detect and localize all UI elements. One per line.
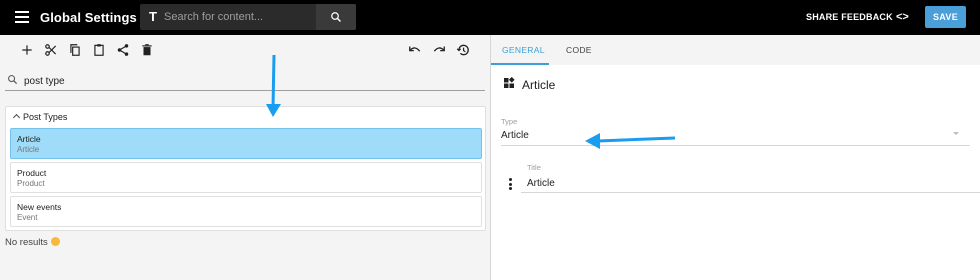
delete-icon[interactable] <box>140 43 154 57</box>
tree-item-new-events[interactable]: New events Event <box>10 196 482 227</box>
tab-bar: GENERAL CODE <box>491 35 980 65</box>
tree-item-title: New events <box>17 202 62 212</box>
share-icon[interactable] <box>116 43 130 57</box>
tree-item-article[interactable]: Article Article <box>10 128 482 159</box>
title-input[interactable]: Article <box>527 178 555 189</box>
search-icon <box>331 12 341 22</box>
type-field-label: Type <box>501 117 518 126</box>
tree-item-product[interactable]: Product Product <box>10 162 482 193</box>
search-input[interactable] <box>164 8 314 26</box>
chevron-down-icon[interactable] <box>953 132 959 135</box>
tree-item-subtitle: Product <box>17 179 45 188</box>
field-underline <box>501 145 970 146</box>
save-button[interactable]: SAVE <box>925 6 966 28</box>
title-field-label: Title <box>527 163 541 172</box>
search-button[interactable] <box>316 4 356 30</box>
copy-icon[interactable] <box>68 43 82 57</box>
editor-panel: GENERAL CODE Article Type Article Title … <box>490 35 980 280</box>
filter-input[interactable] <box>24 73 324 89</box>
page-title: Global Settings <box>40 10 137 25</box>
chevron-up-icon <box>12 113 21 122</box>
search-icon <box>8 75 18 85</box>
search-bar: T <box>140 4 356 30</box>
active-tab-indicator <box>491 63 549 65</box>
tree-item-subtitle: Article <box>17 145 40 154</box>
tab-general[interactable]: GENERAL <box>502 45 545 55</box>
undo-icon[interactable] <box>408 43 422 57</box>
content-tree-panel: Post Types Article Article Product Produ… <box>0 35 490 280</box>
widgets-icon <box>504 77 515 88</box>
more-vert-icon[interactable] <box>509 178 513 190</box>
menu-icon[interactable] <box>15 11 29 23</box>
type-select[interactable]: Article <box>501 130 529 141</box>
tree-item-title: Article <box>17 134 41 144</box>
tab-code[interactable]: CODE <box>566 45 592 55</box>
share-feedback-link[interactable]: SHARE FEEDBACK <box>806 12 893 22</box>
app-header: Global Settings T SHARE FEEDBACK <> SAVE <box>0 0 980 35</box>
field-underline <box>521 192 980 193</box>
add-icon[interactable] <box>20 43 34 57</box>
tree-group-label: Post Types <box>23 112 68 122</box>
text-type-icon: T <box>149 9 157 24</box>
tree-group-header[interactable]: Post Types <box>12 112 67 122</box>
sad-face-icon <box>50 237 60 246</box>
content-tree: Post Types Article Article Product Produ… <box>5 106 486 231</box>
no-results-label: No results <box>5 237 48 248</box>
history-icon[interactable] <box>456 43 470 57</box>
tree-item-title: Product <box>17 168 47 178</box>
cut-icon[interactable] <box>44 43 58 57</box>
paste-icon[interactable] <box>92 43 106 57</box>
no-results-message: No results <box>5 236 60 248</box>
tree-filter <box>5 71 485 91</box>
item-heading: Article <box>522 78 556 92</box>
redo-icon[interactable] <box>432 43 446 57</box>
code-toggle-icon[interactable]: <> <box>896 11 909 23</box>
tree-item-subtitle: Event <box>17 213 38 222</box>
